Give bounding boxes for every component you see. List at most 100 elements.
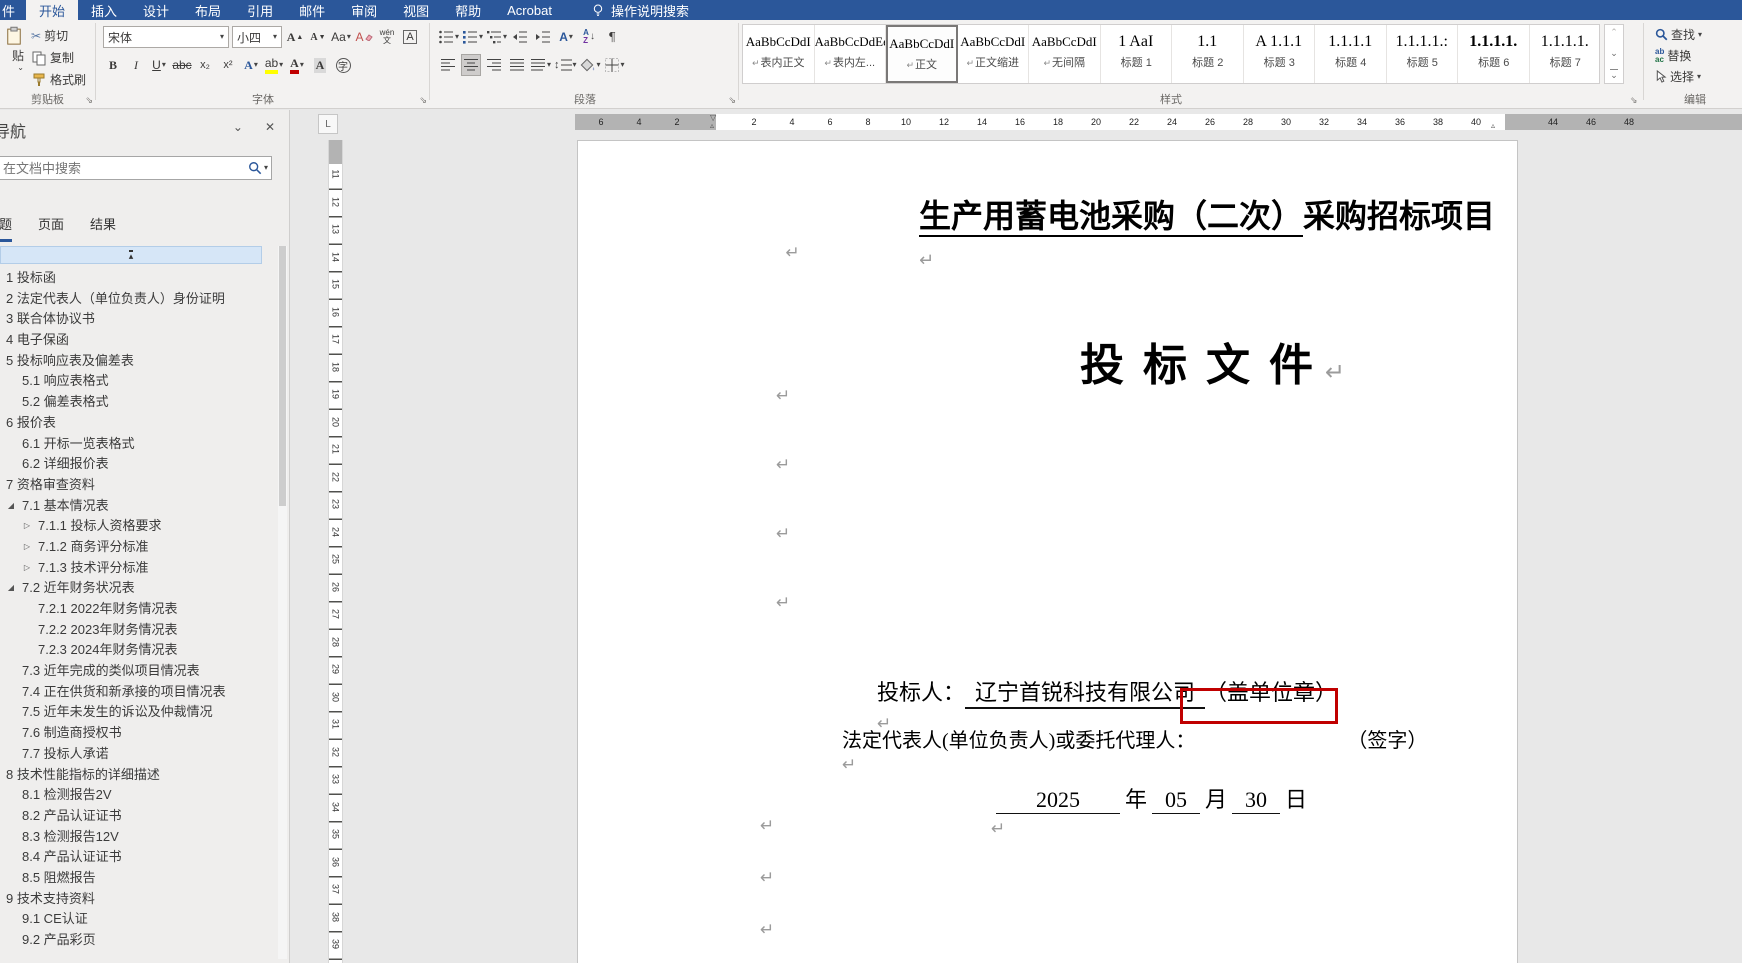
styles-gallery-scroll[interactable]: ⌃ ⌄ ⌄: [1604, 24, 1624, 84]
character-border-button[interactable]: A: [400, 26, 420, 48]
style-card[interactable]: AaBbCcDdI ↵正文缩进: [958, 25, 1029, 83]
tree-toggle-icon[interactable]: ▷: [20, 516, 34, 537]
style-card[interactable]: 1.1 标题 2: [1172, 25, 1244, 83]
tree-toggle-icon[interactable]: ◢: [4, 496, 18, 517]
clipboard-dialog-launcher[interactable]: ⇘: [85, 95, 93, 106]
date-month-field[interactable]: 05: [1152, 787, 1201, 814]
right-indent-marker[interactable]: ▵: [1491, 121, 1495, 130]
nav-heading-item[interactable]: 4 电子保函: [0, 330, 275, 351]
ribbon-tab[interactable]: Acrobat: [494, 0, 565, 20]
nav-heading-item[interactable]: 7 资格审查资料: [0, 475, 275, 496]
tab-stop-selector[interactable]: L: [318, 114, 338, 134]
nav-heading-item[interactable]: 6.2 详细报价表: [0, 454, 275, 475]
ribbon-tab[interactable]: 帮助: [442, 0, 494, 20]
text-effects-button[interactable]: A ▾: [241, 54, 261, 76]
style-card[interactable]: 1.1.1.1. 标题 7: [1530, 25, 1600, 83]
superscript-button[interactable]: x²: [218, 54, 238, 76]
gallery-down-icon[interactable]: ⌄: [1610, 48, 1618, 59]
nav-tab[interactable]: 页面: [38, 214, 64, 242]
decrease-indent-button[interactable]: [510, 26, 530, 48]
style-card[interactable]: A 1.1.1 标题 3: [1244, 25, 1315, 83]
bullet-list-button[interactable]: ▾: [438, 26, 459, 48]
nav-heading-item[interactable]: ▷ 7.1.1 投标人资格要求: [0, 516, 275, 537]
ribbon-tab[interactable]: 布局: [182, 0, 234, 20]
styles-dialog-launcher[interactable]: ⇘: [1630, 95, 1638, 106]
tree-toggle-icon[interactable]: ◢: [4, 578, 18, 599]
nav-heading-item[interactable]: 7.3 近年完成的类似项目情况表: [0, 661, 275, 682]
ribbon-tab[interactable]: 视图: [390, 0, 442, 20]
cut-button[interactable]: ✂ 剪切: [28, 26, 89, 45]
nav-heading-item[interactable]: ▷ 7.1.3 技术评分标准: [0, 558, 275, 579]
multilevel-list-button[interactable]: ▾: [486, 26, 507, 48]
nav-scrollbar-thumb[interactable]: [279, 246, 286, 506]
style-card[interactable]: 1.1.1.1.: 标题 5: [1387, 25, 1458, 83]
nav-heading-item[interactable]: 8 技术性能指标的详细描述: [0, 765, 275, 786]
asian-layout-button[interactable]: A ▾: [556, 26, 576, 48]
nav-heading-item[interactable]: 5 投标响应表及偏差表: [0, 351, 275, 372]
tree-toggle-icon[interactable]: ▷: [20, 537, 34, 558]
tree-toggle-icon[interactable]: ▷: [20, 558, 34, 579]
phonetic-guide-button[interactable]: wén 文: [377, 26, 397, 48]
tell-me-search[interactable]: 操作说明搜索: [591, 0, 689, 20]
document-search-box[interactable]: ▾: [0, 156, 272, 180]
tab-file-partial[interactable]: 件: [0, 0, 26, 20]
nav-heading-item[interactable]: 7.4 正在供货和新承接的项目情况表: [0, 682, 275, 703]
nav-heading-item[interactable]: 7.6 制造商授权书: [0, 723, 275, 744]
clear-format-button[interactable]: A: [354, 26, 374, 48]
nav-heading-item[interactable]: 9.1 CE认证: [0, 909, 275, 930]
copy-button[interactable]: 复制: [28, 48, 89, 67]
ribbon-tab[interactable]: 开始: [26, 0, 79, 20]
ribbon-tab[interactable]: 插入: [78, 0, 130, 20]
nav-pane-options-icon[interactable]: ⌄: [233, 120, 243, 134]
bold-button[interactable]: B: [103, 54, 123, 76]
justify-button[interactable]: [507, 54, 527, 76]
style-card[interactable]: AaBbCcDdI ↵无间隔: [1029, 25, 1101, 83]
nav-heading-item[interactable]: 5.1 响应表格式: [0, 371, 275, 392]
nav-pane-close-icon[interactable]: ✕: [265, 120, 275, 134]
grow-font-button[interactable]: A ▲: [285, 26, 305, 48]
character-shading-button[interactable]: A: [310, 54, 330, 76]
nav-heading-item[interactable]: ◢ 7.1 基本情况表: [0, 496, 275, 517]
select-button[interactable]: 选择 ▾: [1652, 67, 1705, 86]
nav-heading-item[interactable]: 7.2.1 2022年财务情况表: [0, 599, 275, 620]
align-left-button[interactable]: [438, 54, 458, 76]
nav-heading-item[interactable]: 7.7 投标人承诺: [0, 744, 275, 765]
style-card[interactable]: AaBbCcDdI ↵表内正文: [743, 25, 815, 83]
paragraph-dialog-launcher[interactable]: ⇘: [728, 95, 736, 106]
align-right-button[interactable]: [484, 54, 504, 76]
nav-heading-item[interactable]: 8.5 阻燃报告: [0, 868, 275, 889]
format-painter-button[interactable]: 格式刷: [28, 70, 89, 89]
nav-heading-item[interactable]: 7.5 近年未发生的诉讼及仲裁情况: [0, 702, 275, 723]
align-center-button[interactable]: [461, 54, 481, 76]
distribute-button[interactable]: ▾: [530, 54, 551, 76]
date-year-field[interactable]: 2025: [996, 787, 1120, 814]
nav-heading-item[interactable]: 1 投标函: [0, 268, 275, 289]
nav-heading-item[interactable]: 7.2.3 2024年财务情况表: [0, 640, 275, 661]
style-card[interactable]: AaBbCcDdEe ↵表内左...: [815, 25, 886, 83]
style-card[interactable]: AaBbCcDdI ↵正文: [886, 25, 958, 83]
italic-button[interactable]: I: [126, 54, 146, 76]
change-case-button[interactable]: Aa ▾: [331, 26, 351, 48]
horizontal-ruler[interactable]: 642 2 4 6 8 10 12 14 16 18 20 22 24 26 28 30 32 34 36 38 40…: [345, 113, 1742, 131]
nav-heading-item[interactable]: 9.2 产品彩页: [0, 930, 275, 951]
style-card[interactable]: 1 AaI 标题 1: [1101, 25, 1172, 83]
line-spacing-button[interactable]: ↕ ▾: [554, 54, 577, 76]
search-options-icon[interactable]: ▾: [264, 164, 268, 172]
nav-heading-item[interactable]: 8.4 产品认证证书: [0, 847, 275, 868]
nav-heading-item[interactable]: 7.2.2 2023年财务情况表: [0, 620, 275, 641]
underline-button[interactable]: U ▾: [149, 54, 169, 76]
nav-heading-item[interactable]: 8.2 产品认证证书: [0, 806, 275, 827]
style-card[interactable]: 1.1.1.1. 标题 6: [1458, 25, 1530, 83]
jump-to-top-bar[interactable]: ▴: [0, 246, 262, 264]
nav-heading-item[interactable]: 5.2 偏差表格式: [0, 392, 275, 413]
borders-button[interactable]: ▾: [604, 54, 625, 76]
numbered-list-button[interactable]: ▾: [462, 26, 483, 48]
text-highlight-button[interactable]: ab ▾: [264, 54, 284, 76]
subscript-button[interactable]: x₂: [195, 54, 215, 76]
nav-heading-item[interactable]: 8.1 检测报告2V: [0, 785, 275, 806]
date-day-field[interactable]: 30: [1232, 787, 1281, 814]
search-input[interactable]: [0, 160, 248, 176]
nav-heading-item[interactable]: 2 法定代表人（单位负责人）身份证明: [0, 289, 275, 310]
nav-tab[interactable]: 标题: [0, 214, 13, 242]
gallery-more-icon[interactable]: ⌄: [1610, 69, 1618, 81]
